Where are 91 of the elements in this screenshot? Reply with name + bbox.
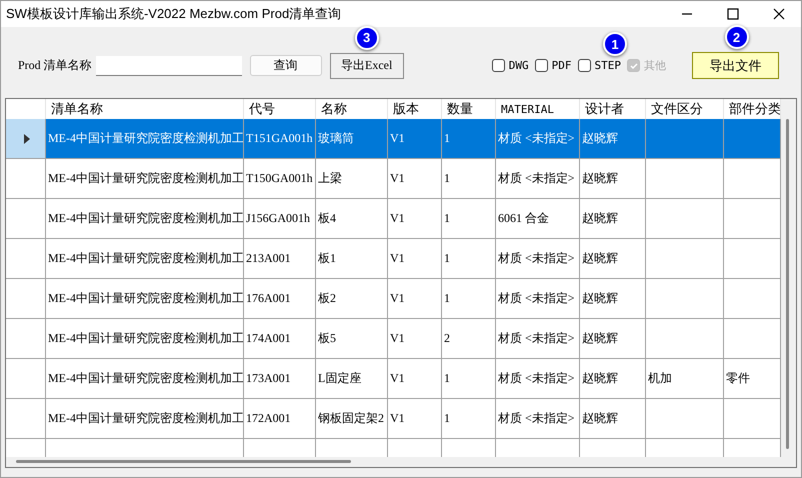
table-cell: 材质 <未指定>	[496, 359, 580, 399]
table-cell: 钢板固定架2	[316, 399, 388, 439]
number-badge: 2	[724, 25, 748, 49]
table-cell: 213A001	[244, 239, 316, 279]
row-header[interactable]	[6, 159, 46, 199]
export-file-button[interactable]: 导出文件	[692, 52, 779, 79]
row-header[interactable]	[6, 239, 46, 279]
table-cell: 赵晓辉	[580, 399, 646, 439]
export-excel-button[interactable]: 导出Excel	[330, 52, 404, 78]
table-cell: 1	[442, 159, 496, 199]
row-header[interactable]	[6, 279, 46, 319]
name-input-field[interactable]	[96, 56, 242, 76]
query-button[interactable]: 查询	[250, 55, 322, 76]
row-header[interactable]	[6, 119, 46, 159]
row-header[interactable]	[6, 359, 46, 399]
table-cell: ME-4中国计量研究院密度检测机加工	[46, 199, 244, 239]
window-title: SW模板设计库输出系统-V2022 Mezbw.com Prod清单查询	[5, 5, 342, 23]
table-cell: ME-4中国计量研究院密度检测机加工	[46, 399, 244, 439]
close-icon[interactable]	[773, 8, 785, 20]
table-cell: 赵晓辉	[580, 279, 646, 319]
table-cell: 上梁	[316, 159, 388, 199]
table-cell: 材质 <未指定>	[496, 399, 580, 439]
table-cell: 174A001	[244, 319, 316, 359]
name-label: Prod 清单名称	[18, 57, 92, 74]
check-icon	[628, 60, 638, 70]
table-cell: 材质 <未指定>	[496, 119, 580, 159]
table-cell: 材质 <未指定>	[496, 159, 580, 199]
table-cell: 1	[442, 199, 496, 239]
table-cell: 赵晓辉	[580, 159, 646, 199]
table-cell: 玻璃筒	[316, 119, 388, 159]
checkbox[interactable]: PDF	[534, 59, 572, 72]
table-cell: 赵晓辉	[580, 239, 646, 279]
table-cell: 机加	[646, 359, 724, 399]
number-badge: 3	[354, 26, 379, 50]
table-cell: 板2	[316, 279, 388, 319]
table-cell: ME-4中国计量研究院密度检测机加工	[46, 239, 244, 279]
table-cell: ME-4中国计量研究院密度检测机加工	[46, 359, 244, 399]
table-cell: ME-4中国计量研究院密度检测机加工	[46, 119, 244, 159]
row-header[interactable]	[6, 199, 46, 239]
vertical-scrollbar[interactable]	[786, 119, 789, 449]
table-row[interactable]: ME-4中国计量研究院密度检测机加工 174A001 板5 V1 2 材质 <未指定> 赵晓辉	[6, 319, 781, 359]
table-row[interactable]: ME-4中国计量研究院密度检测机加工 213A001 板1 V1 1 材质 <未指定> 赵晓辉	[6, 239, 781, 279]
table-cell: V1	[388, 359, 442, 399]
horizontal-scrollbar[interactable]	[16, 460, 351, 463]
table-cell: V1	[388, 159, 442, 199]
table-cell: 材质 <未指定>	[496, 239, 580, 279]
table-row[interactable]: ME-4中国计量研究院密度检测机加工 J156GA001h 板4 V1 1 6061 合金 赵晓辉	[6, 199, 781, 239]
table-row[interactable]: ME-4中国计量研究院密度检测机加工 173A001 L固定座 V1 1 材质 <未指定> 赵晓辉 机加 零件	[6, 359, 781, 399]
table-cell: 172A001	[244, 399, 316, 439]
table-cell: ME-4中国计量研究院密度检测机加工	[46, 159, 244, 199]
table-cell: 1	[442, 359, 496, 399]
number-badge: 1	[603, 32, 627, 56]
table-cell: 板4	[316, 199, 388, 239]
table-cell: V1	[388, 239, 442, 279]
table-cell: 173A001	[244, 359, 316, 399]
table-cell: V1	[388, 279, 442, 319]
table-cell: 赵晓辉	[580, 359, 646, 399]
table-cell: 板5	[316, 319, 388, 359]
table-cell: 材质 <未指定>	[496, 279, 580, 319]
checkbox[interactable]: STEP	[578, 59, 621, 72]
current-row-icon	[24, 134, 30, 144]
table-row[interactable]: ME-4中国计量研究院密度检测机加工 176A001 板2 V1 1 材质 <未指定> 赵晓辉	[6, 279, 781, 319]
table-cell: V1	[388, 199, 442, 239]
table-cell: 2	[442, 319, 496, 359]
table-cell: 赵晓辉	[580, 199, 646, 239]
table-cell: ME-4中国计量研究院密度检测机加工	[46, 279, 244, 319]
table-row[interactable]: ME-4中国计量研究院密度检测机加工 172A001 钢板固定架2 V1 1 材质 <未指定> 赵晓辉	[6, 399, 781, 439]
table-cell: T150GA001h	[244, 159, 316, 199]
maximize-icon[interactable]	[727, 8, 739, 20]
table-cell: T151GA001h	[244, 119, 316, 159]
table-cell: V1	[388, 119, 442, 159]
table-cell: V1	[388, 319, 442, 359]
table-cell: 板1	[316, 239, 388, 279]
table-cell: L固定座	[316, 359, 388, 399]
table-cell: 6061 合金	[496, 199, 580, 239]
table-cell: 1	[442, 239, 496, 279]
table-cell: 176A001	[244, 279, 316, 319]
table-row[interactable]: ME-4中国计量研究院密度检测机加工 T151GA001h 玻璃筒 V1 1 材质 <未指定> 赵晓辉	[6, 119, 781, 159]
table-row[interactable]: ME-4中国计量研究院密度检测机加工 T150GA001h 上梁 V1 1 材质 <未指定> 赵晓辉	[6, 159, 781, 199]
table-cell: 赵晓辉	[580, 319, 646, 359]
table-cell: 材质 <未指定>	[496, 319, 580, 359]
checkbox[interactable]: DWG	[492, 59, 529, 72]
table-cell: 1	[442, 399, 496, 439]
table-cell: 赵晓辉	[580, 119, 646, 159]
table-cell: J156GA001h	[244, 199, 316, 239]
row-header[interactable]	[6, 399, 46, 439]
table-cell: 1	[442, 119, 496, 159]
row-header[interactable]	[6, 319, 46, 359]
table-cell: 1	[442, 279, 496, 319]
table-cell: V1	[388, 399, 442, 439]
table-cell: ME-4中国计量研究院密度检测机加工	[46, 319, 244, 359]
